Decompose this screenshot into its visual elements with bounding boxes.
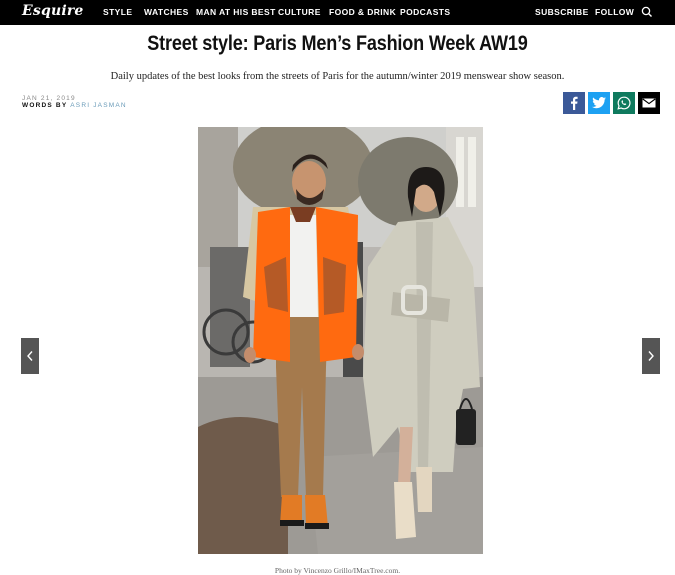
email-icon — [642, 98, 656, 108]
chevron-right-icon — [648, 351, 654, 361]
whatsapp-icon — [617, 96, 631, 110]
street-style-photo — [198, 127, 483, 554]
author-link[interactable]: ASRI JASMAN — [70, 102, 127, 109]
nav-item-food-drink[interactable]: FOOD & DRINK — [329, 7, 396, 17]
esquire-logo[interactable]: Esquire — [22, 3, 84, 19]
email-share-button[interactable] — [638, 92, 660, 114]
gallery-next-button[interactable] — [642, 338, 660, 374]
twitter-icon — [592, 97, 606, 109]
facebook-share-button[interactable] — [563, 92, 585, 114]
chevron-left-icon — [27, 351, 33, 361]
top-nav-bar: Esquire STYLE WATCHES MAN AT HIS BEST CU… — [0, 0, 675, 25]
byline: WORDS BY ASRI JASMAN — [22, 102, 127, 109]
twitter-share-button[interactable] — [588, 92, 610, 114]
subscribe-link[interactable]: SUBSCRIBE — [535, 7, 589, 17]
facebook-icon — [571, 96, 578, 110]
whatsapp-share-button[interactable] — [613, 92, 635, 114]
nav-item-style[interactable]: STYLE — [103, 7, 132, 17]
nav-item-man-at-his-best[interactable]: MAN AT HIS BEST — [196, 7, 276, 17]
article-dek: Daily updates of the best looks from the… — [110, 71, 565, 82]
byline-label: WORDS BY — [22, 102, 68, 109]
gallery-prev-button[interactable] — [21, 338, 39, 374]
article-date: JAN 21, 2019 — [22, 95, 76, 102]
article-title: Street style: Paris Men’s Fashion Week A… — [147, 32, 528, 55]
photo-caption: Photo by Vincenzo Grillo/IMaxTree.com. — [274, 566, 401, 575]
search-icon[interactable] — [640, 5, 654, 19]
nav-item-culture[interactable]: CULTURE — [278, 7, 321, 17]
nav-item-podcasts[interactable]: PODCASTS — [400, 7, 450, 17]
follow-link[interactable]: FOLLOW — [595, 7, 634, 17]
nav-item-watches[interactable]: WATCHES — [144, 7, 189, 17]
